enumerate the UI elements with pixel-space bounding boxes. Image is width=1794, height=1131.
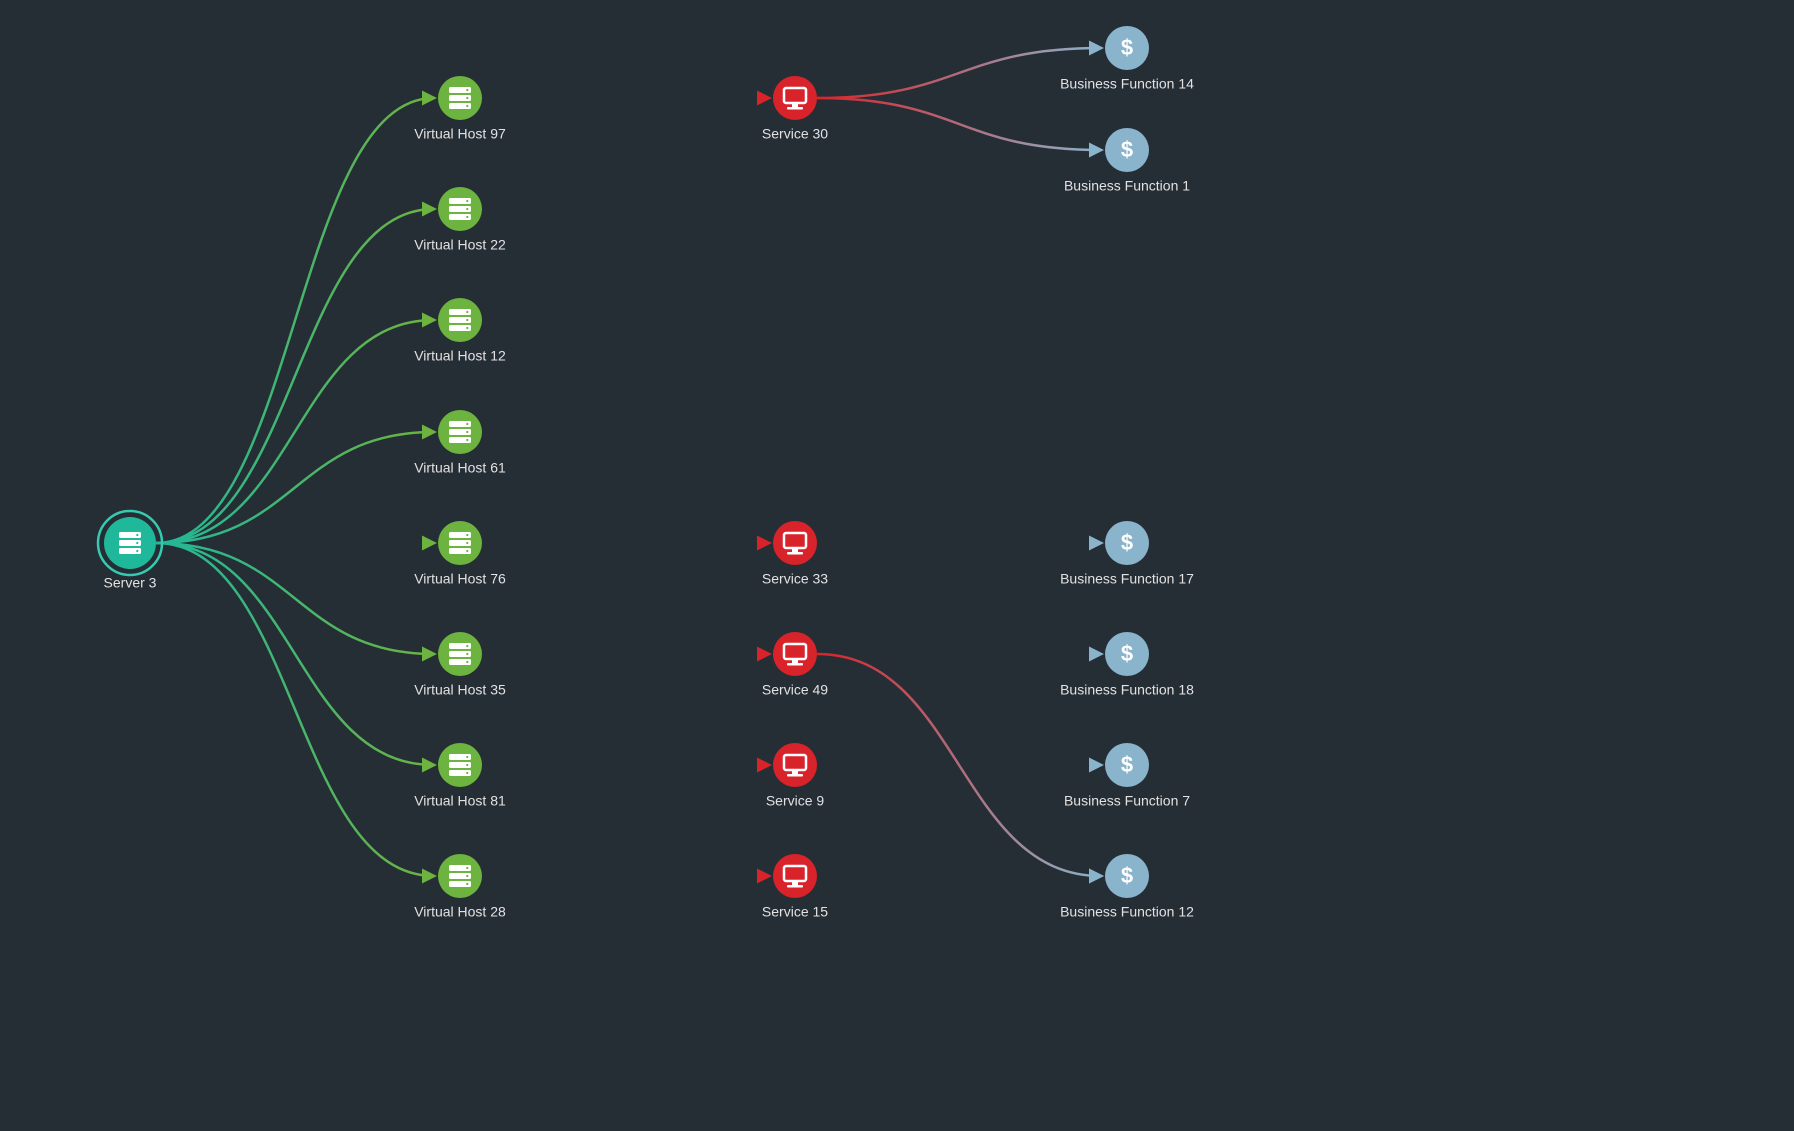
node-label: Business Function 18 (1060, 681, 1194, 697)
node-vh22[interactable]: Virtual Host 22 (414, 187, 506, 252)
node-label: Server 3 (104, 574, 157, 590)
node-vh12[interactable]: Virtual Host 12 (414, 298, 506, 363)
node-label: Virtual Host 81 (414, 792, 506, 808)
node-label: Service 15 (762, 903, 828, 919)
node-circle (773, 521, 817, 565)
svg-text:$: $ (1121, 863, 1133, 888)
node-vh35[interactable]: Virtual Host 35 (414, 632, 506, 697)
server-icon (449, 309, 471, 331)
node-label: Service 33 (762, 570, 828, 586)
node-circle (773, 632, 817, 676)
edge (156, 543, 434, 876)
node-circle (773, 76, 817, 120)
node-bf12[interactable]: $ Business Function 12 (1060, 854, 1194, 919)
server-icon (119, 532, 141, 554)
node-bf17[interactable]: $ Business Function 17 (1060, 521, 1194, 586)
node-label: Business Function 17 (1060, 570, 1194, 586)
edge (156, 543, 434, 765)
nodes-layer: Server 3 Virtual Host 97 Virtual Host 22 Vi… (98, 26, 1194, 919)
server-icon (449, 198, 471, 220)
node-s33[interactable]: Service 33 (762, 521, 828, 586)
node-circle (773, 743, 817, 787)
node-label: Virtual Host 12 (414, 347, 506, 363)
server-icon (449, 421, 471, 443)
svg-text:$: $ (1121, 35, 1133, 60)
svg-text:$: $ (1121, 752, 1133, 777)
edge (156, 543, 434, 654)
node-label: Business Function 7 (1064, 792, 1190, 808)
node-circle (773, 854, 817, 898)
node-label: Business Function 1 (1064, 177, 1190, 193)
edge (156, 98, 434, 543)
node-label: Business Function 14 (1060, 75, 1194, 91)
svg-text:$: $ (1121, 530, 1133, 555)
dollar-icon: $ (1121, 863, 1133, 888)
server-icon (449, 643, 471, 665)
node-bf7[interactable]: $ Business Function 7 (1064, 743, 1190, 808)
node-s30[interactable]: Service 30 (762, 76, 828, 141)
dollar-icon: $ (1121, 137, 1133, 162)
edges-layer (156, 48, 1101, 876)
server-icon (449, 87, 471, 109)
node-vh61[interactable]: Virtual Host 61 (414, 410, 506, 475)
node-label: Virtual Host 28 (414, 903, 506, 919)
node-label: Virtual Host 61 (414, 459, 506, 475)
node-label: Business Function 12 (1060, 903, 1194, 919)
dollar-icon: $ (1121, 35, 1133, 60)
node-bf1[interactable]: $ Business Function 1 (1064, 128, 1190, 193)
svg-text:$: $ (1121, 641, 1133, 666)
node-vh28[interactable]: Virtual Host 28 (414, 854, 506, 919)
node-bf14[interactable]: $ Business Function 14 (1060, 26, 1194, 91)
node-s49[interactable]: Service 49 (762, 632, 828, 697)
dollar-icon: $ (1121, 641, 1133, 666)
node-s15[interactable]: Service 15 (762, 854, 828, 919)
node-server3[interactable]: Server 3 (98, 511, 162, 590)
node-label: Virtual Host 97 (414, 125, 506, 141)
node-label: Virtual Host 76 (414, 570, 506, 586)
node-label: Virtual Host 35 (414, 681, 506, 697)
edge (156, 209, 434, 543)
dollar-icon: $ (1121, 752, 1133, 777)
server-icon (449, 532, 471, 554)
node-bf18[interactable]: $ Business Function 18 (1060, 632, 1194, 697)
edge (817, 98, 1101, 150)
node-vh81[interactable]: Virtual Host 81 (414, 743, 506, 808)
edge (817, 48, 1101, 98)
node-label: Virtual Host 22 (414, 236, 506, 252)
node-label: Service 9 (766, 792, 825, 808)
edge (156, 320, 434, 543)
node-label: Service 49 (762, 681, 828, 697)
node-vh76[interactable]: Virtual Host 76 (414, 521, 506, 586)
server-icon (449, 865, 471, 887)
svg-text:$: $ (1121, 137, 1133, 162)
node-s9[interactable]: Service 9 (766, 743, 825, 808)
topology-diagram[interactable]: Server 3 Virtual Host 97 Virtual Host 22 Vi… (0, 0, 1794, 1131)
dollar-icon: $ (1121, 530, 1133, 555)
node-label: Service 30 (762, 125, 828, 141)
node-vh97[interactable]: Virtual Host 97 (414, 76, 506, 141)
server-icon (449, 754, 471, 776)
